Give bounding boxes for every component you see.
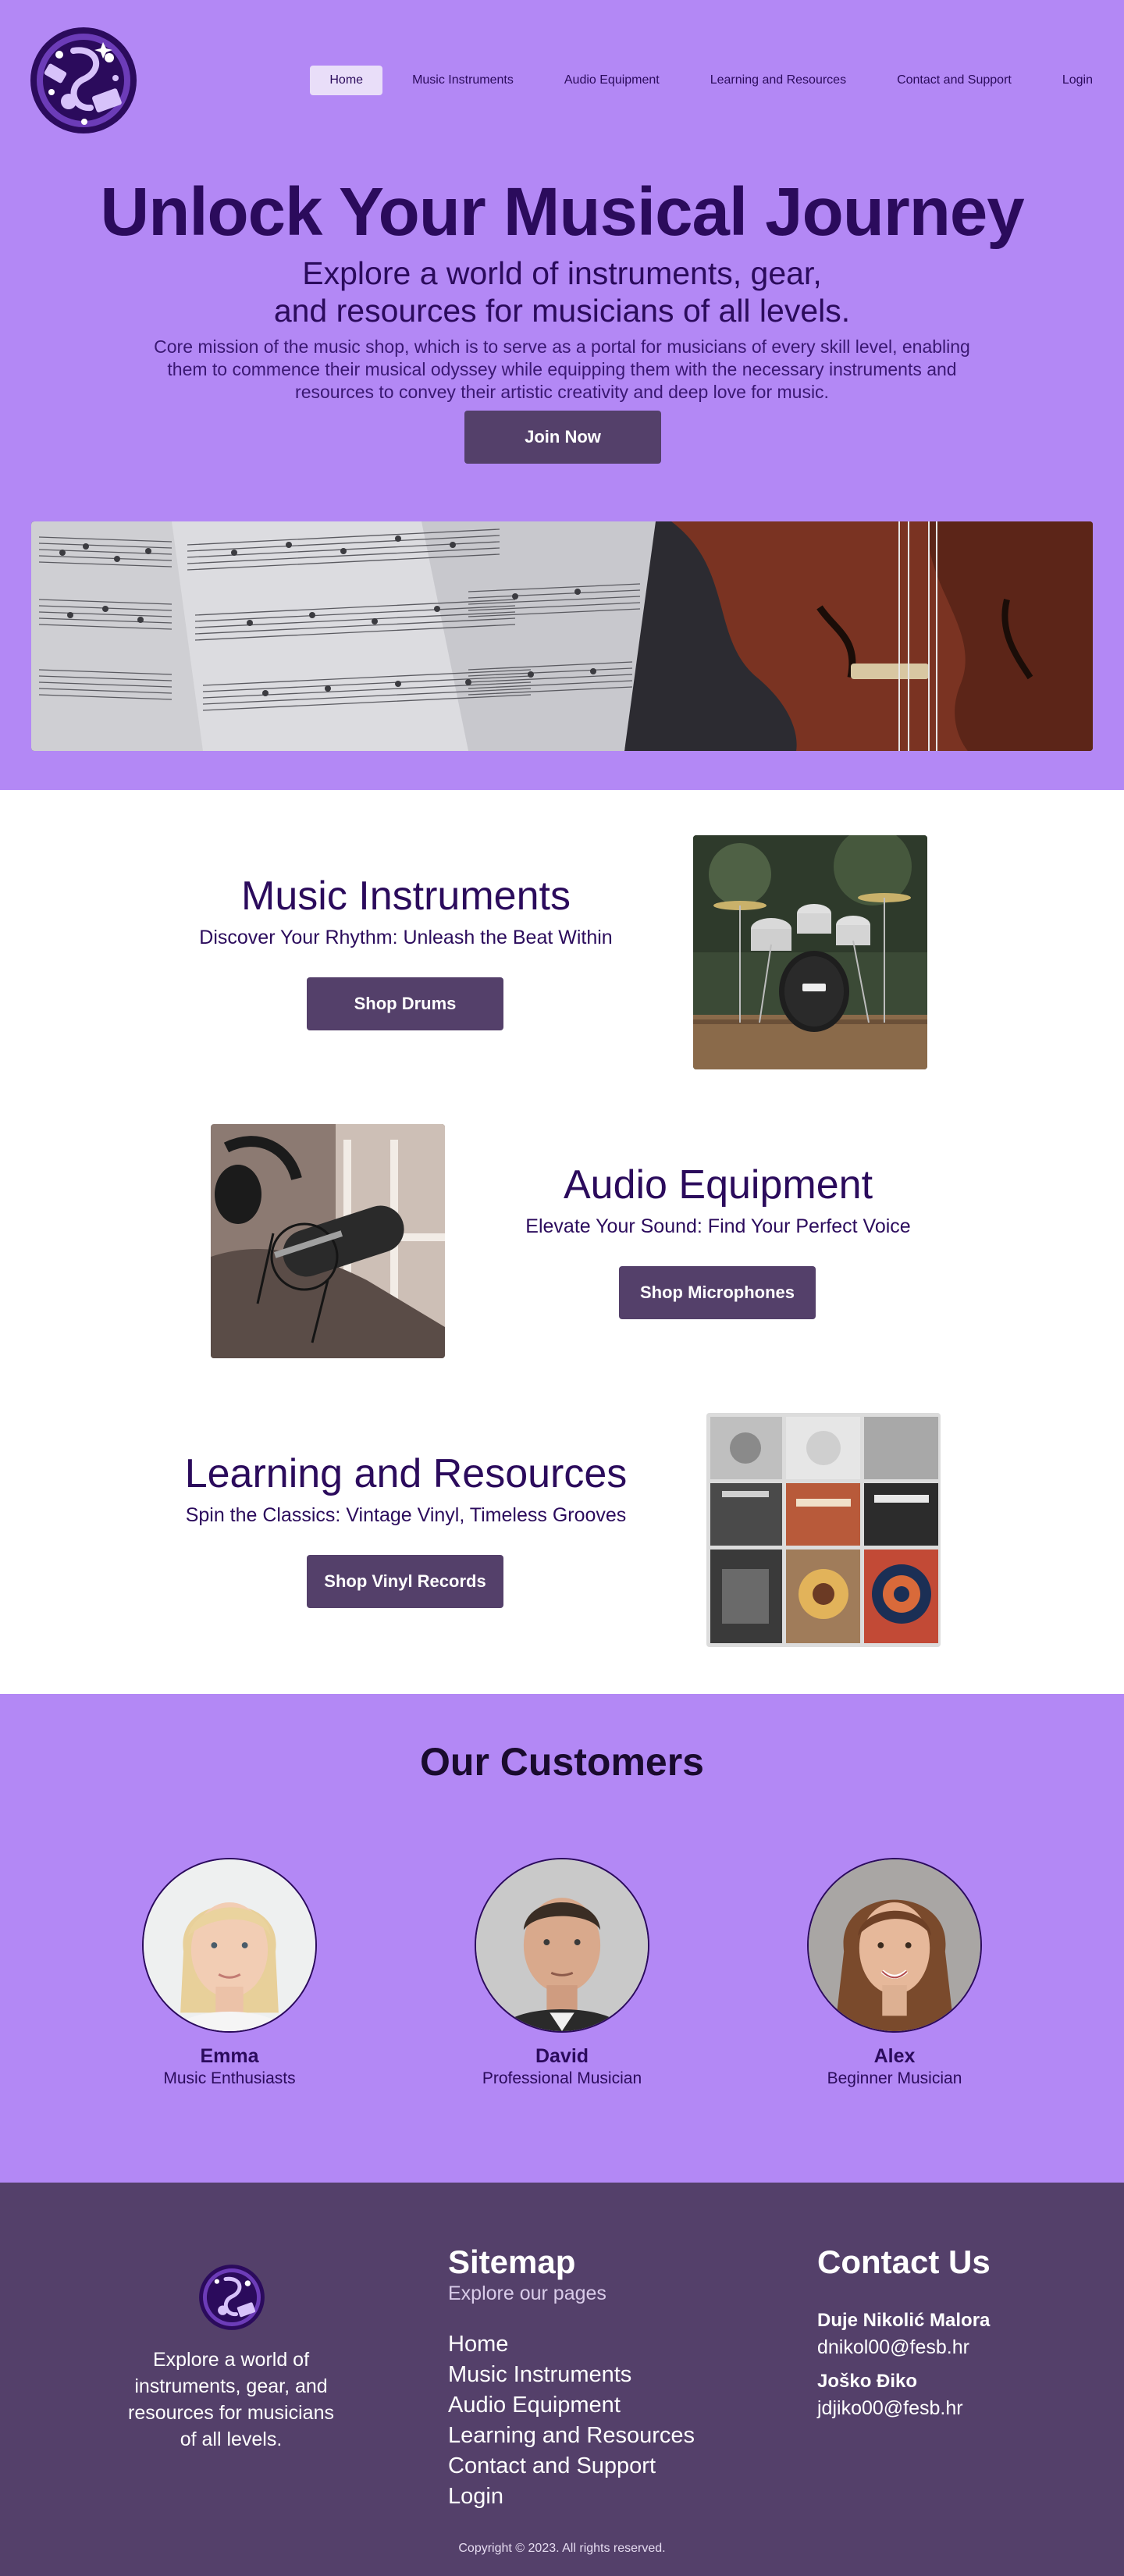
hero-description: Core mission of the music shop, which is… bbox=[154, 336, 970, 402]
hero-section: Home Music Instruments Audio Equipment L… bbox=[0, 0, 1124, 790]
customer-name: Alex bbox=[873, 2045, 916, 2067]
customer-role: Music Enthusiasts bbox=[163, 2069, 296, 2087]
customer-card-emma: Emma Music Enthusiasts bbox=[105, 1858, 354, 2088]
footer-link-home[interactable]: Home bbox=[448, 2329, 695, 2360]
avatar bbox=[475, 1858, 649, 2033]
customer-role: Professional Musician bbox=[482, 2069, 642, 2087]
contact-title: Contact Us bbox=[817, 2243, 991, 2280]
drum-kit-image bbox=[693, 835, 927, 1069]
nav-learning-resources[interactable]: Learning and Resources bbox=[689, 66, 867, 95]
nav-audio-equipment[interactable]: Audio Equipment bbox=[543, 66, 681, 95]
hero-subtitle-line2: and resources for musicians of all level… bbox=[273, 293, 851, 329]
hero-subtitle-line1: Explore a world of instruments, gear, bbox=[302, 255, 822, 291]
customer-name: David bbox=[535, 2045, 589, 2067]
footer-link-login[interactable]: Login bbox=[448, 2482, 695, 2512]
sitemap-links: Home Music Instruments Audio Equipment L… bbox=[448, 2329, 695, 2512]
footer-link-audio-equipment[interactable]: Audio Equipment bbox=[448, 2390, 695, 2421]
contact-email[interactable]: jdjiko00@fesb.hr bbox=[817, 2395, 990, 2421]
customers-heading: Our Customers bbox=[420, 1740, 704, 1784]
customer-role: Beginner Musician bbox=[827, 2069, 962, 2087]
shop-vinyl-records-button[interactable]: Shop Vinyl Records bbox=[307, 1555, 503, 1608]
audio-equipment-title: Audio Equipment bbox=[563, 1162, 873, 1208]
sitemap-subtitle: Explore our pages bbox=[448, 2282, 606, 2304]
sitemap-title: Sitemap bbox=[448, 2243, 576, 2280]
contact-email[interactable]: dnikol00@fesb.hr bbox=[817, 2334, 990, 2361]
music-logo-icon[interactable] bbox=[28, 23, 139, 137]
shop-drums-button[interactable]: Shop Drums bbox=[307, 977, 503, 1030]
music-logo-icon[interactable] bbox=[197, 2262, 267, 2332]
footer-link-music-instruments[interactable]: Music Instruments bbox=[448, 2360, 695, 2390]
learning-resources-subtitle: Spin the Classics: Vintage Vinyl, Timele… bbox=[185, 1504, 627, 1526]
avatar bbox=[142, 1858, 317, 2033]
footer-tagline: Explore a world of instruments, gear, an… bbox=[128, 2349, 334, 2450]
contact-name: Duje Nikolić Malora bbox=[817, 2310, 991, 2331]
customer-name: Emma bbox=[200, 2045, 259, 2067]
nav-contact-support[interactable]: Contact and Support bbox=[876, 66, 1033, 95]
learning-resources-title: Learning and Resources bbox=[184, 1451, 628, 1496]
music-instruments-title: Music Instruments bbox=[241, 873, 571, 919]
footer-link-contact-support[interactable]: Contact and Support bbox=[448, 2451, 695, 2482]
hero-title: Unlock Your Musical Journey bbox=[100, 174, 1024, 250]
nav-home[interactable]: Home bbox=[310, 66, 383, 95]
sheet-music-violin-banner bbox=[31, 521, 1093, 751]
contact-list: Duje Nikolić Malora dnikol00@fesb.hr Još… bbox=[817, 2307, 990, 2429]
main-nav: Home Music Instruments Audio Equipment L… bbox=[301, 66, 1093, 95]
vinyl-records-image bbox=[706, 1413, 941, 1647]
shop-microphones-button[interactable]: Shop Microphones bbox=[619, 1266, 816, 1319]
customer-card-david: David Professional Musician bbox=[437, 1858, 687, 2088]
avatar bbox=[807, 1858, 982, 2033]
nav-login[interactable]: Login bbox=[1041, 66, 1093, 95]
music-instruments-subtitle: Discover Your Rhythm: Unleash the Beat W… bbox=[199, 927, 613, 948]
customers-section: Our Customers Emma Music Enthusiasts Dav… bbox=[0, 1694, 1124, 2183]
contact-name: Joško Điko bbox=[817, 2371, 918, 2392]
join-now-button[interactable]: Join Now bbox=[464, 411, 661, 464]
nav-music-instruments[interactable]: Music Instruments bbox=[391, 66, 535, 95]
copyright: Copyright © 2023. All rights reserved. bbox=[458, 2542, 666, 2555]
footer-link-learning-resources[interactable]: Learning and Resources bbox=[448, 2421, 695, 2451]
footer: Explore a world of instruments, gear, an… bbox=[0, 2183, 1124, 2576]
customer-card-alex: Alex Beginner Musician bbox=[770, 1858, 1019, 2088]
hero-subtitle: Explore a world of instruments, gear, an… bbox=[0, 254, 1124, 329]
microphone-image bbox=[211, 1124, 445, 1358]
audio-equipment-subtitle: Elevate Your Sound: Find Your Perfect Vo… bbox=[525, 1215, 911, 1237]
